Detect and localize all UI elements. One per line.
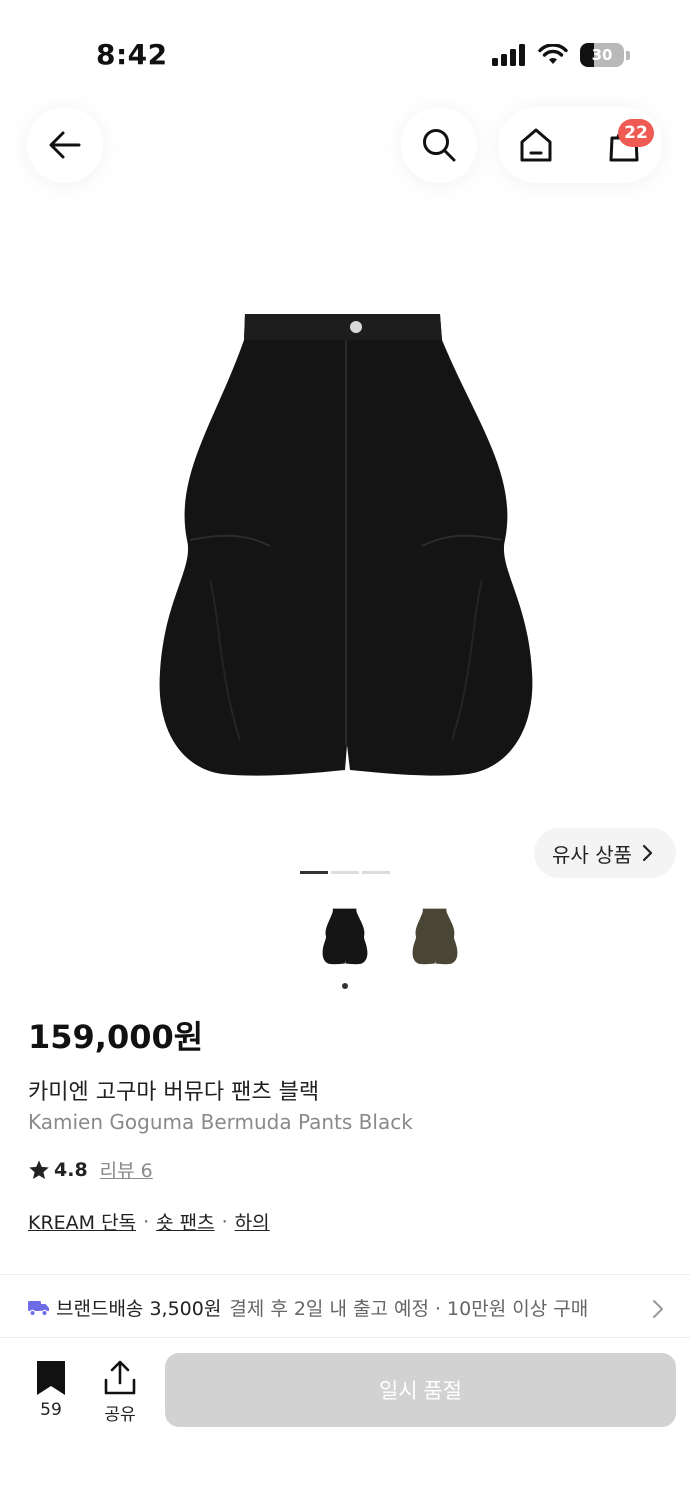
review-link[interactable]: 리뷰 6 (100, 1156, 153, 1183)
cart-count-badge: 22 (618, 119, 654, 147)
home-icon (520, 128, 552, 162)
indicator-segment (300, 871, 328, 874)
product-name-korean: 카미엔 고구마 버뮤다 팬츠 블랙 (28, 1080, 320, 1105)
section-divider (0, 1274, 690, 1275)
selected-option-dot (342, 983, 348, 989)
signal-icon (492, 44, 525, 66)
battery-level: 30 (591, 46, 613, 64)
color-option-khaki[interactable] (408, 905, 462, 967)
color-options (318, 905, 462, 967)
product-name-english: Kamien Goguma Bermuda Pants Black (28, 1110, 413, 1134)
delivery-label: 브랜드배송 3,500원 (56, 1298, 222, 1320)
product-price: 159,000원 (28, 1018, 204, 1056)
share-button[interactable]: 공유 (90, 1360, 150, 1425)
chevron-right-icon (638, 1294, 664, 1321)
product-tags: KREAM 단독 · 숏 팬츠 · 하의 (28, 1208, 270, 1235)
share-label: 공유 (104, 1405, 136, 1425)
indicator-segment (331, 871, 359, 874)
wifi-icon (538, 44, 568, 64)
delivery-info-row[interactable]: 브랜드배송 3,500원 결제 후 2일 내 출고 예정 · 10만원 이상 구… (28, 1294, 668, 1321)
image-page-indicator (300, 871, 390, 874)
indicator-segment (362, 871, 390, 874)
arrow-left-icon (49, 131, 81, 159)
rating-row: 4.8 리뷰 6 (28, 1156, 153, 1183)
color-option-black[interactable] (318, 905, 372, 967)
bottom-action-bar: 59 공유 일시 품절 (0, 1338, 690, 1500)
rating-score: 4.8 (54, 1158, 88, 1181)
search-icon (423, 129, 456, 162)
status-time: 8:42 (96, 38, 168, 71)
thumbnail-black-pants (322, 908, 368, 965)
status-icons: 30 (492, 40, 630, 70)
bookmark-button[interactable]: 59 (21, 1360, 81, 1420)
chevron-right-icon (642, 844, 653, 862)
truck-icon (28, 1300, 52, 1316)
similar-products-label: 유사 상품 (552, 842, 632, 867)
home-cart-group: 22 (498, 107, 662, 183)
star-icon (29, 1159, 49, 1179)
home-button[interactable] (516, 125, 556, 165)
tag-kream-exclusive[interactable]: KREAM 단독 (28, 1208, 136, 1235)
product-image[interactable] (150, 300, 542, 782)
similar-products-button[interactable]: 유사 상품 (534, 828, 676, 878)
bookmark-icon (37, 1361, 65, 1395)
delivery-info: 결제 후 2일 내 출고 예정 · 10만원 이상 구매 (229, 1298, 589, 1320)
tag-short-pants[interactable]: 숏 팬츠 (156, 1208, 214, 1235)
tag-bottoms[interactable]: 하의 (235, 1208, 270, 1235)
thumbnail-khaki-pants (412, 908, 458, 965)
search-button[interactable] (401, 107, 477, 183)
tag-separator: · (143, 1210, 150, 1233)
bookmark-count: 59 (40, 1400, 62, 1420)
soldout-button[interactable]: 일시 품절 (165, 1353, 676, 1427)
back-button[interactable] (27, 107, 103, 183)
share-icon (104, 1360, 136, 1395)
battery-icon: 30 (580, 43, 624, 67)
tag-separator: · (221, 1210, 228, 1233)
